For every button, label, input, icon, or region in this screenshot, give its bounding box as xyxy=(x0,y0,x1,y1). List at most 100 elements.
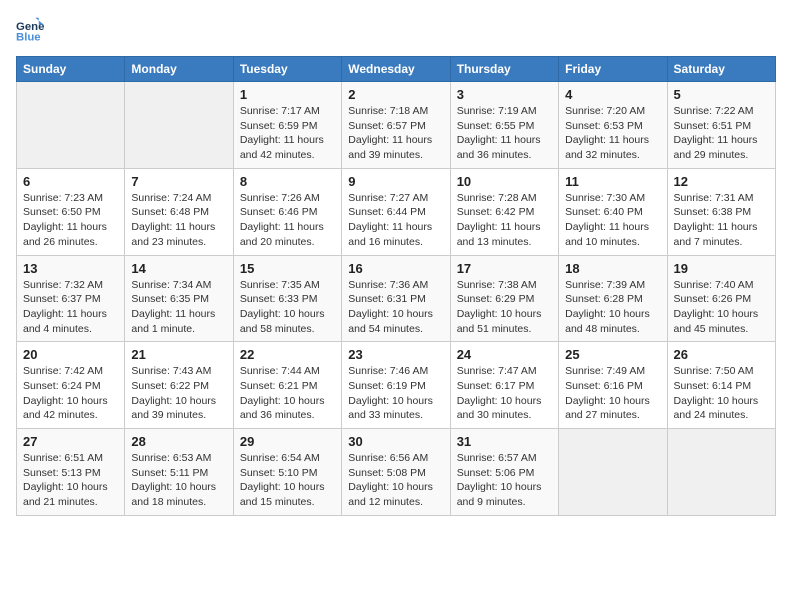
calendar-cell: 19 Sunrise: 7:40 AM Sunset: 6:26 PM Dayli… xyxy=(667,255,775,342)
day-detail: Sunrise: 7:19 AM Sunset: 6:55 PM Dayligh… xyxy=(457,104,552,163)
logo: General Blue xyxy=(16,16,48,44)
calendar-cell: 2 Sunrise: 7:18 AM Sunset: 6:57 PM Daylig… xyxy=(342,82,450,169)
calendar-cell: 3 Sunrise: 7:19 AM Sunset: 6:55 PM Daylig… xyxy=(450,82,558,169)
calendar-cell xyxy=(667,429,775,516)
day-number: 9 xyxy=(348,174,443,189)
calendar-cell: 6Sunrise: 7:23 AM Sunset: 6:50 PM Daylig… xyxy=(17,168,125,255)
day-detail: Sunrise: 7:35 AM Sunset: 6:33 PM Dayligh… xyxy=(240,278,335,337)
day-number: 18 xyxy=(565,261,660,276)
calendar-cell: 27 Sunrise: 6:51 AM Sunset: 5:13 PM Dayli… xyxy=(17,429,125,516)
day-number: 13 xyxy=(23,261,118,276)
calendar-cell: 9 Sunrise: 7:27 AM Sunset: 6:44 PM Daylig… xyxy=(342,168,450,255)
day-detail: Sunrise: 7:34 AM Sunset: 6:35 PM Dayligh… xyxy=(131,278,226,337)
calendar-cell: 25 Sunrise: 7:49 AM Sunset: 6:16 PM Dayli… xyxy=(559,342,667,429)
day-number: 30 xyxy=(348,434,443,449)
day-number: 14 xyxy=(131,261,226,276)
day-detail: Sunrise: 7:46 AM Sunset: 6:19 PM Dayligh… xyxy=(348,364,443,423)
calendar-cell: 21 Sunrise: 7:43 AM Sunset: 6:22 PM Dayli… xyxy=(125,342,233,429)
day-number: 1 xyxy=(240,87,335,102)
day-detail: Sunrise: 7:44 AM Sunset: 6:21 PM Dayligh… xyxy=(240,364,335,423)
weekday-header-saturday: Saturday xyxy=(667,57,775,82)
calendar-cell: 16Sunrise: 7:36 AM Sunset: 6:31 PM Dayli… xyxy=(342,255,450,342)
svg-text:Blue: Blue xyxy=(16,32,41,44)
page-header: General Blue xyxy=(16,16,776,44)
day-number: 15 xyxy=(240,261,335,276)
day-detail: Sunrise: 7:40 AM Sunset: 6:26 PM Dayligh… xyxy=(674,278,769,337)
day-detail: Sunrise: 7:43 AM Sunset: 6:22 PM Dayligh… xyxy=(131,364,226,423)
day-number: 22 xyxy=(240,347,335,362)
calendar-cell: 8 Sunrise: 7:26 AM Sunset: 6:46 PM Daylig… xyxy=(233,168,341,255)
day-number: 8 xyxy=(240,174,335,189)
day-number: 5 xyxy=(674,87,769,102)
calendar-cell: 20 Sunrise: 7:42 AM Sunset: 6:24 PM Dayli… xyxy=(17,342,125,429)
weekday-header-tuesday: Tuesday xyxy=(233,57,341,82)
day-number: 3 xyxy=(457,87,552,102)
day-detail: Sunrise: 7:47 AM Sunset: 6:17 PM Dayligh… xyxy=(457,364,552,423)
day-detail: Sunrise: 6:57 AM Sunset: 5:06 PM Dayligh… xyxy=(457,451,552,510)
day-detail: Sunrise: 7:18 AM Sunset: 6:57 PM Dayligh… xyxy=(348,104,443,163)
calendar-cell xyxy=(125,82,233,169)
day-number: 25 xyxy=(565,347,660,362)
calendar-cell: 22 Sunrise: 7:44 AM Sunset: 6:21 PM Dayli… xyxy=(233,342,341,429)
weekday-header-friday: Friday xyxy=(559,57,667,82)
calendar-cell: 24 Sunrise: 7:47 AM Sunset: 6:17 PM Dayli… xyxy=(450,342,558,429)
calendar-cell: 5 Sunrise: 7:22 AM Sunset: 6:51 PM Daylig… xyxy=(667,82,775,169)
calendar-cell: 30 Sunrise: 6:56 AM Sunset: 5:08 PM Dayli… xyxy=(342,429,450,516)
day-detail: Sunrise: 7:38 AM Sunset: 6:29 PM Dayligh… xyxy=(457,278,552,337)
day-detail: Sunrise: 7:20 AM Sunset: 6:53 PM Dayligh… xyxy=(565,104,660,163)
calendar-cell: 1 Sunrise: 7:17 AM Sunset: 6:59 PM Daylig… xyxy=(233,82,341,169)
day-detail: Sunrise: 6:53 AM Sunset: 5:11 PM Dayligh… xyxy=(131,451,226,510)
calendar-cell xyxy=(17,82,125,169)
day-detail: Sunrise: 7:32 AM Sunset: 6:37 PM Dayligh… xyxy=(23,278,118,337)
weekday-header-sunday: Sunday xyxy=(17,57,125,82)
calendar-cell: 13 Sunrise: 7:32 AM Sunset: 6:37 PM Dayli… xyxy=(17,255,125,342)
calendar-cell: 29Sunrise: 6:54 AM Sunset: 5:10 PM Dayli… xyxy=(233,429,341,516)
day-number: 17 xyxy=(457,261,552,276)
calendar-cell: 31 Sunrise: 6:57 AM Sunset: 5:06 PM Dayli… xyxy=(450,429,558,516)
day-number: 27 xyxy=(23,434,118,449)
day-number: 10 xyxy=(457,174,552,189)
day-number: 4 xyxy=(565,87,660,102)
calendar-cell: 26 Sunrise: 7:50 AM Sunset: 6:14 PM Dayli… xyxy=(667,342,775,429)
calendar-cell: 17 Sunrise: 7:38 AM Sunset: 6:29 PM Dayli… xyxy=(450,255,558,342)
day-detail: Sunrise: 6:54 AM Sunset: 5:10 PM Dayligh… xyxy=(240,451,335,510)
calendar-cell xyxy=(559,429,667,516)
day-number: 19 xyxy=(674,261,769,276)
calendar-cell: 11Sunrise: 7:30 AM Sunset: 6:40 PM Dayli… xyxy=(559,168,667,255)
day-number: 2 xyxy=(348,87,443,102)
day-detail: Sunrise: 7:22 AM Sunset: 6:51 PM Dayligh… xyxy=(674,104,769,163)
calendar-cell: 15 Sunrise: 7:35 AM Sunset: 6:33 PM Dayli… xyxy=(233,255,341,342)
day-detail: Sunrise: 7:26 AM Sunset: 6:46 PM Dayligh… xyxy=(240,191,335,250)
calendar-cell: 4 Sunrise: 7:20 AM Sunset: 6:53 PM Daylig… xyxy=(559,82,667,169)
day-number: 7 xyxy=(131,174,226,189)
day-detail: Sunrise: 7:27 AM Sunset: 6:44 PM Dayligh… xyxy=(348,191,443,250)
calendar-cell: 28 Sunrise: 6:53 AM Sunset: 5:11 PM Dayli… xyxy=(125,429,233,516)
day-number: 23 xyxy=(348,347,443,362)
calendar-cell: 18Sunrise: 7:39 AM Sunset: 6:28 PM Dayli… xyxy=(559,255,667,342)
calendar-cell: 23 Sunrise: 7:46 AM Sunset: 6:19 PM Dayli… xyxy=(342,342,450,429)
day-detail: Sunrise: 7:50 AM Sunset: 6:14 PM Dayligh… xyxy=(674,364,769,423)
day-number: 20 xyxy=(23,347,118,362)
day-detail: Sunrise: 7:17 AM Sunset: 6:59 PM Dayligh… xyxy=(240,104,335,163)
calendar-table: SundayMondayTuesdayWednesdayThursdayFrid… xyxy=(16,56,776,516)
calendar-cell: 12 Sunrise: 7:31 AM Sunset: 6:38 PM Dayli… xyxy=(667,168,775,255)
day-detail: Sunrise: 7:49 AM Sunset: 6:16 PM Dayligh… xyxy=(565,364,660,423)
day-detail: Sunrise: 7:24 AM Sunset: 6:48 PM Dayligh… xyxy=(131,191,226,250)
calendar-cell: 14 Sunrise: 7:34 AM Sunset: 6:35 PM Dayli… xyxy=(125,255,233,342)
day-detail: Sunrise: 7:31 AM Sunset: 6:38 PM Dayligh… xyxy=(674,191,769,250)
day-detail: Sunrise: 6:51 AM Sunset: 5:13 PM Dayligh… xyxy=(23,451,118,510)
weekday-header-monday: Monday xyxy=(125,57,233,82)
calendar-cell: 7 Sunrise: 7:24 AM Sunset: 6:48 PM Daylig… xyxy=(125,168,233,255)
day-detail: Sunrise: 6:56 AM Sunset: 5:08 PM Dayligh… xyxy=(348,451,443,510)
weekday-header-thursday: Thursday xyxy=(450,57,558,82)
day-number: 16 xyxy=(348,261,443,276)
day-number: 12 xyxy=(674,174,769,189)
day-number: 21 xyxy=(131,347,226,362)
day-number: 6 xyxy=(23,174,118,189)
day-detail: Sunrise: 7:42 AM Sunset: 6:24 PM Dayligh… xyxy=(23,364,118,423)
day-number: 31 xyxy=(457,434,552,449)
day-number: 24 xyxy=(457,347,552,362)
day-number: 28 xyxy=(131,434,226,449)
day-number: 11 xyxy=(565,174,660,189)
day-number: 26 xyxy=(674,347,769,362)
